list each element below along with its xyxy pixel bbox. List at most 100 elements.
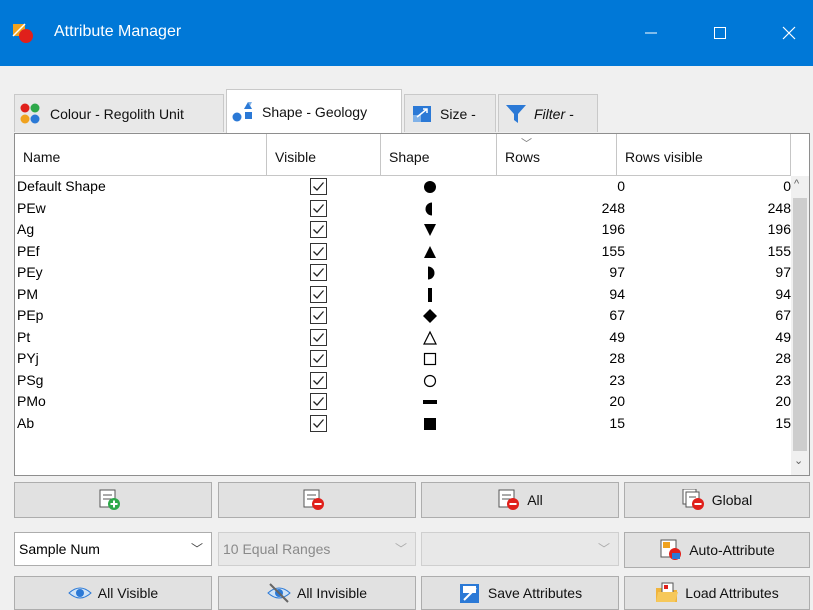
circle-open-shape-icon[interactable] (415, 370, 445, 392)
grid-rows: Default Shape 0 0 PEw 248 248 Ag 196 196 PEf 155 15… (15, 176, 791, 434)
table-row[interactable]: PYj 28 28 (15, 348, 791, 370)
table-row[interactable]: PEw 248 248 (15, 198, 791, 220)
tab-filter[interactable]: Filter - (498, 94, 598, 132)
minimize-button[interactable] (628, 13, 674, 53)
tab-colour-regolith-unit[interactable]: Colour - Regolith Unit (14, 94, 224, 132)
grid-header: Name Visible Shape Rows Rows visible ﹀ (15, 134, 791, 176)
visible-checkbox[interactable] (310, 371, 327, 389)
visible-checkbox[interactable] (310, 328, 327, 346)
table-row[interactable]: Pt 49 49 (15, 327, 791, 349)
vertical-bar-shape-icon[interactable] (415, 284, 445, 306)
table-row[interactable]: PM 94 94 (15, 284, 791, 306)
third-select[interactable]: ﹀ (421, 532, 619, 566)
half-circle-left-shape-icon[interactable] (415, 198, 445, 220)
table-row[interactable]: PMo 20 20 (15, 391, 791, 413)
row-count: 94 (609, 285, 625, 302)
row-name: PYj (17, 350, 39, 366)
visible-checkbox[interactable] (310, 242, 327, 260)
auto-attribute-button[interactable]: Auto-Attribute (624, 532, 810, 568)
colour-dots-icon (19, 102, 45, 126)
scroll-down-icon[interactable]: ⌄ (794, 454, 803, 467)
method-select[interactable]: 10 Equal Ranges ﹀ (218, 532, 416, 566)
size-icon (409, 102, 435, 126)
triangle-up-open-shape-icon[interactable] (415, 327, 445, 349)
visible-checkbox[interactable] (310, 285, 327, 303)
table-row[interactable]: PSg 23 23 (15, 370, 791, 392)
tab-shape-geology[interactable]: Shape - Geology (226, 89, 402, 133)
row-count: 67 (609, 307, 625, 323)
row-name: PEf (17, 242, 40, 259)
column-header-rows-visible[interactable]: Rows visible (617, 134, 791, 176)
visible-checkbox[interactable] (310, 350, 327, 367)
column-header-rows[interactable]: Rows (497, 134, 617, 176)
table-row[interactable]: PEy 97 97 (15, 262, 791, 284)
maximize-button[interactable] (697, 13, 743, 53)
checkmark-icon (313, 246, 324, 256)
row-count: 248 (601, 199, 625, 216)
checkmark-icon (313, 354, 324, 363)
rows-visible-count: 155 (767, 242, 791, 259)
rows-visible-count: 23 (775, 371, 791, 388)
column-header-shape[interactable]: Shape (381, 134, 497, 176)
window-title: Attribute Manager (54, 23, 182, 40)
row-count: 15 (609, 414, 625, 431)
all-visible-button[interactable]: All Visible (14, 576, 212, 610)
vertical-scrollbar[interactable]: ^ ⌄ (791, 176, 809, 475)
table-row[interactable]: Default Shape 0 0 (15, 176, 791, 198)
table-row[interactable]: PEp 67 67 (15, 305, 791, 327)
remove-attribute-button[interactable] (218, 482, 416, 518)
load-attributes-button[interactable]: Load Attributes (624, 576, 810, 610)
folder-open-icon (655, 582, 679, 604)
table-row[interactable]: Ab 15 15 (15, 413, 791, 435)
visible-checkbox[interactable] (310, 199, 327, 217)
half-circle-right-shape-icon[interactable] (415, 262, 445, 284)
table-row[interactable]: PEf 155 155 (15, 241, 791, 263)
checkmark-icon (313, 268, 324, 277)
global-button[interactable]: Global (624, 482, 810, 518)
row-name: PEy (17, 264, 43, 280)
column-header-name[interactable]: Name (15, 134, 267, 176)
horizontal-bar-shape-icon[interactable] (415, 391, 445, 413)
triangle-up-shape-icon[interactable] (415, 241, 445, 263)
row-name: Ab (17, 414, 35, 431)
tab-size[interactable]: Size - (404, 94, 496, 132)
visible-checkbox[interactable] (310, 393, 327, 410)
checkmark-icon (313, 397, 324, 406)
tab-label: Shape - Geology (262, 103, 368, 120)
row-name: PMo (17, 393, 46, 409)
visible-checkbox[interactable] (310, 264, 327, 281)
triangle-down-shape-icon[interactable] (415, 219, 445, 241)
field-select[interactable]: Sample Num ﹀ (14, 532, 212, 566)
remove-all-button[interactable]: All (421, 482, 619, 518)
attribute-grid: Name Visible Shape Rows Rows visible ﹀ D… (14, 133, 810, 476)
column-header-visible[interactable]: Visible (267, 134, 381, 176)
square-shape-icon[interactable] (415, 413, 445, 435)
diamond-shape-icon[interactable] (415, 305, 445, 327)
field-select-value: Sample Num (19, 541, 100, 557)
visible-checkbox[interactable] (310, 178, 327, 195)
row-count: 97 (609, 264, 625, 280)
close-button[interactable] (766, 13, 812, 53)
visible-checkbox[interactable] (310, 414, 327, 432)
scrollbar-thumb[interactable] (793, 198, 807, 451)
circle-shape-icon[interactable] (415, 176, 445, 198)
row-count: 20 (609, 393, 625, 409)
scroll-up-icon[interactable]: ^ (794, 178, 799, 190)
row-name: PM (17, 285, 38, 302)
row-name: PSg (17, 371, 44, 388)
eye-icon (68, 582, 92, 604)
checkmark-icon (313, 311, 324, 320)
visible-checkbox[interactable] (310, 307, 327, 324)
rows-visible-count: 196 (767, 221, 791, 237)
square-open-shape-icon[interactable] (415, 348, 445, 370)
row-count: 28 (609, 350, 625, 366)
checkmark-icon (313, 203, 324, 213)
tab-label: Size - (440, 105, 476, 122)
auto-attribute-icon (659, 539, 683, 561)
row-count: 196 (601, 221, 625, 237)
add-attribute-button[interactable] (14, 482, 212, 518)
table-row[interactable]: Ag 196 196 (15, 219, 791, 241)
visible-checkbox[interactable] (310, 221, 327, 238)
save-attributes-button[interactable]: Save Attributes (421, 576, 619, 610)
all-invisible-button[interactable]: All Invisible (218, 576, 416, 610)
